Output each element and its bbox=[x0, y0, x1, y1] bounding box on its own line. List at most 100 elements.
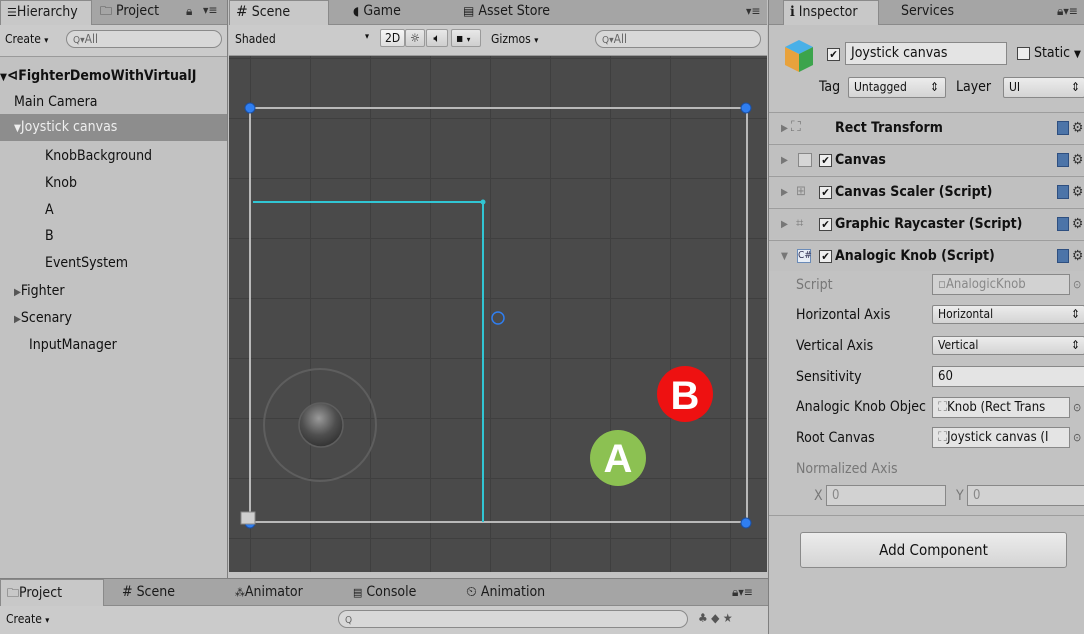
hierarchy-item-main-camera[interactable]: Main Camera bbox=[0, 89, 227, 116]
gizmos-dropdown[interactable]: Gizmos ▾ bbox=[491, 32, 538, 46]
static-toggle[interactable]: Static ▼ bbox=[1017, 45, 1081, 61]
tab-hierarchy[interactable]: ☰Hierarchy bbox=[0, 0, 92, 25]
component-rect-transform[interactable]: ▶ ⛶ Rect Transform ⚙ bbox=[769, 112, 1084, 143]
panel-menu-icon[interactable]: 🔒︎▾≡ bbox=[732, 585, 753, 600]
filter-label-icon[interactable]: ◆ bbox=[711, 611, 719, 625]
shading-mode-dropdown[interactable]: Shaded bbox=[235, 32, 276, 46]
scene-search-placeholder: All bbox=[613, 32, 627, 46]
knob-object-field[interactable]: ⛶Knob (Rect Trans bbox=[932, 397, 1070, 418]
vertical-axis-dropdown[interactable]: Vertical ⇕ bbox=[932, 336, 1084, 355]
help-book-icon[interactable] bbox=[1057, 121, 1069, 135]
gear-icon[interactable]: ⚙ bbox=[1072, 241, 1083, 272]
bottom-panel: 🗀Project # Scene ⁂Animator ▤ Console ⏲ A… bbox=[0, 578, 768, 634]
rect-transform-outline bbox=[253, 201, 484, 522]
help-book-icon[interactable] bbox=[1057, 217, 1069, 231]
hierarchy-item-b[interactable]: B bbox=[0, 223, 227, 250]
help-book-icon[interactable] bbox=[1057, 249, 1069, 263]
static-checkbox[interactable] bbox=[1017, 46, 1030, 60]
horizontal-axis-value: Horizontal bbox=[938, 307, 994, 321]
tag-dropdown[interactable]: Untagged ⇕ bbox=[848, 77, 946, 98]
hierarchy-item-fighter[interactable]: ▶Fighter bbox=[0, 278, 227, 305]
hierarchy-item-knob[interactable]: Knob bbox=[0, 170, 227, 197]
component-analogic-knob[interactable]: ▼ C# ✔ Analogic Knob (Script) ⚙ bbox=[769, 240, 1084, 271]
root-canvas-field[interactable]: ⛶Joystick canvas (I bbox=[932, 427, 1070, 448]
scene-tabbar: # Scene ◖ Game ▤ Asset Store ▾≡ bbox=[229, 0, 767, 25]
hierarchy-item-label: A bbox=[45, 202, 54, 218]
tab-asset-store[interactable]: ▤ Asset Store bbox=[457, 0, 556, 24]
object-picker-icon[interactable]: ⊙ bbox=[1073, 278, 1081, 291]
gear-icon[interactable]: ⚙ bbox=[1072, 113, 1083, 144]
panel-menu-icon[interactable]: ▾≡ bbox=[203, 3, 217, 17]
gear-icon[interactable]: ⚙ bbox=[1072, 209, 1083, 240]
hierarchy-item-input-manager[interactable]: InputManager bbox=[0, 332, 227, 359]
canvas-enabled-checkbox[interactable]: ✔ bbox=[819, 145, 832, 176]
help-book-icon[interactable] bbox=[1057, 185, 1069, 199]
dropdown-arrow-icon: ▾ bbox=[45, 616, 50, 626]
toggle-2d-button[interactable]: 2D bbox=[380, 29, 406, 47]
clock-icon: ⏲ bbox=[466, 584, 477, 600]
hierarchy-item-a[interactable]: A bbox=[0, 197, 227, 224]
scene-search-input[interactable]: Q▾All bbox=[595, 30, 761, 48]
hierarchy-item-joystick-canvas[interactable]: ▼Joystick canvas bbox=[0, 114, 227, 141]
collapse-arrow-icon: ▶ bbox=[781, 155, 788, 166]
scene-canvas[interactable]: A B bbox=[229, 56, 767, 572]
hierarchy-search-input[interactable]: Q▾All bbox=[66, 30, 222, 48]
tab-services[interactable]: Services bbox=[895, 0, 960, 24]
component-label: Canvas bbox=[835, 152, 886, 168]
raycaster-enabled-checkbox[interactable]: ✔ bbox=[819, 209, 832, 240]
component-canvas-scaler[interactable]: ▶ ⊞ ✔ Canvas Scaler (Script) ⚙ bbox=[769, 176, 1084, 207]
tab-project[interactable]: 🗀 Project bbox=[94, 0, 165, 24]
dropdown-arrow-icon: ⇕ bbox=[1070, 80, 1080, 94]
help-book-icon[interactable] bbox=[1057, 153, 1069, 167]
component-canvas[interactable]: ▶ ✔ Canvas ⚙ bbox=[769, 144, 1084, 175]
project-search-input[interactable]: Q bbox=[338, 610, 688, 628]
object-picker-icon[interactable]: ⊙ bbox=[1073, 431, 1081, 444]
component-graphic-raycaster[interactable]: ▶ ⌗ ✔ Graphic Raycaster (Script) ⚙ bbox=[769, 208, 1084, 239]
static-label: Static bbox=[1034, 45, 1071, 61]
effects-dropdown[interactable]: ▪ ▾ bbox=[451, 29, 481, 47]
collapse-arrow-icon: ▶ bbox=[14, 314, 21, 325]
favorite-star-icon[interactable]: ★ bbox=[723, 611, 733, 625]
layer-dropdown[interactable]: UI ⇕ bbox=[1003, 77, 1084, 98]
tab-scene-bottom[interactable]: # Scene bbox=[116, 579, 181, 603]
tab-scene[interactable]: # Scene bbox=[229, 0, 329, 25]
knob bbox=[298, 402, 344, 448]
gear-icon[interactable]: ⚙ bbox=[1072, 145, 1083, 176]
hierarchy-item-scenary[interactable]: ▶Scenary bbox=[0, 305, 227, 332]
tab-animation[interactable]: ⏲ Animation bbox=[460, 579, 551, 603]
add-component-button[interactable]: Add Component bbox=[800, 532, 1067, 568]
grid-icon: # bbox=[122, 584, 133, 600]
lighting-toggle-button[interactable]: ☼ bbox=[405, 29, 425, 47]
create-dropdown[interactable]: Create ▾ bbox=[6, 612, 49, 626]
hierarchy-item-label: InputManager bbox=[29, 337, 117, 353]
folder-icon: 🗀 bbox=[7, 586, 20, 600]
gear-icon[interactable]: ⚙ bbox=[1072, 177, 1083, 208]
filter-icons[interactable]: ♣ ◆ ★ bbox=[698, 611, 733, 625]
object-name-input[interactable]: Joystick canvas bbox=[845, 42, 1007, 65]
scene-viewport[interactable]: A B bbox=[229, 56, 767, 572]
tab-inspector[interactable]: ℹ Inspector bbox=[783, 0, 879, 25]
canvas-scaler-enabled-checkbox[interactable]: ✔ bbox=[819, 177, 832, 208]
tab-console[interactable]: ▤ Console bbox=[347, 579, 422, 603]
lock-icon[interactable]: 🔒︎ bbox=[186, 4, 192, 19]
object-picker-icon[interactable]: ⊙ bbox=[1073, 401, 1081, 414]
tab-project-bottom[interactable]: 🗀Project bbox=[0, 579, 104, 607]
hierarchy-item-knob-background[interactable]: KnobBackground bbox=[0, 143, 227, 170]
tab-animator[interactable]: ⁂Animator bbox=[229, 579, 309, 603]
hierarchy-item-event-system[interactable]: EventSystem bbox=[0, 250, 227, 277]
knob-enabled-checkbox[interactable]: ✔ bbox=[819, 241, 832, 272]
audio-toggle-button[interactable]: 🔈︎ bbox=[426, 29, 448, 47]
checkmark-icon: ✔ bbox=[827, 48, 840, 61]
scene-panel: # Scene ◖ Game ▤ Asset Store ▾≡ Shaded ▾… bbox=[229, 0, 767, 578]
knob-object-value: Knob (Rect Trans bbox=[947, 400, 1046, 415]
lock-icon[interactable]: 🔒︎▾≡ bbox=[1057, 4, 1078, 19]
active-checkbox[interactable]: ✔ bbox=[827, 47, 840, 62]
sensitivity-input[interactable]: 60 bbox=[932, 366, 1084, 387]
filter-type-icon[interactable]: ♣ bbox=[698, 611, 708, 625]
create-dropdown[interactable]: Create ▾ bbox=[5, 32, 48, 46]
tab-game[interactable]: ◖ Game bbox=[347, 0, 407, 24]
horizontal-axis-dropdown[interactable]: Horizontal ⇕ bbox=[932, 305, 1084, 324]
gizmos-label: Gizmos bbox=[491, 32, 531, 46]
panel-menu-icon[interactable]: ▾≡ bbox=[746, 4, 760, 18]
scene-root-row[interactable]: ▼⊲FighterDemoWithVirtualJ bbox=[0, 62, 227, 89]
